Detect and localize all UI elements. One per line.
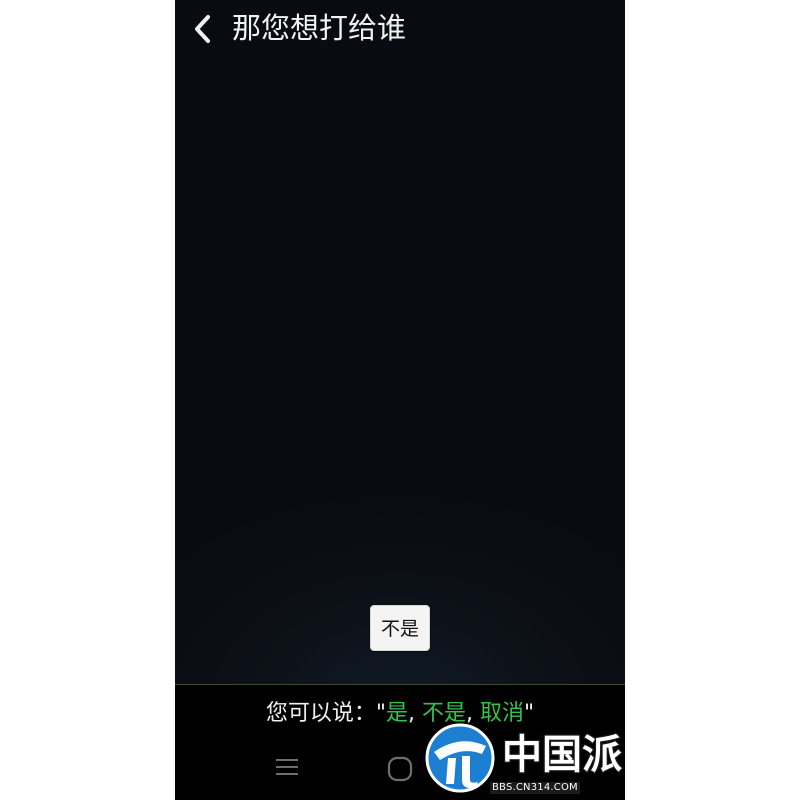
chevron-left-icon[interactable] — [191, 13, 215, 45]
menu-icon[interactable] — [276, 757, 298, 777]
voice-assistant-screen: 那您想打给谁 不是 您可以说："是, 不是, 取消" — [175, 0, 625, 800]
app-header: 那您想打给谁 — [175, 0, 625, 58]
screenshot-canvas: 那您想打给谁 不是 您可以说："是, 不是, 取消" 中国派 BBS.CN314… — [0, 0, 800, 800]
hint-prefix: 您可以说：" — [265, 701, 386, 726]
page-title: 那您想打给谁 — [232, 11, 407, 45]
watermark-url: BBS.CN314.COM — [490, 782, 580, 794]
hint-option-yes: 是 — [385, 701, 408, 726]
logo-text: 中国派 — [502, 732, 622, 778]
answer-no-button[interactable]: 不是 — [370, 605, 430, 651]
watermark-logo: 中国派 BBS.CN314.COM — [420, 718, 630, 800]
home-icon[interactable] — [387, 756, 413, 782]
